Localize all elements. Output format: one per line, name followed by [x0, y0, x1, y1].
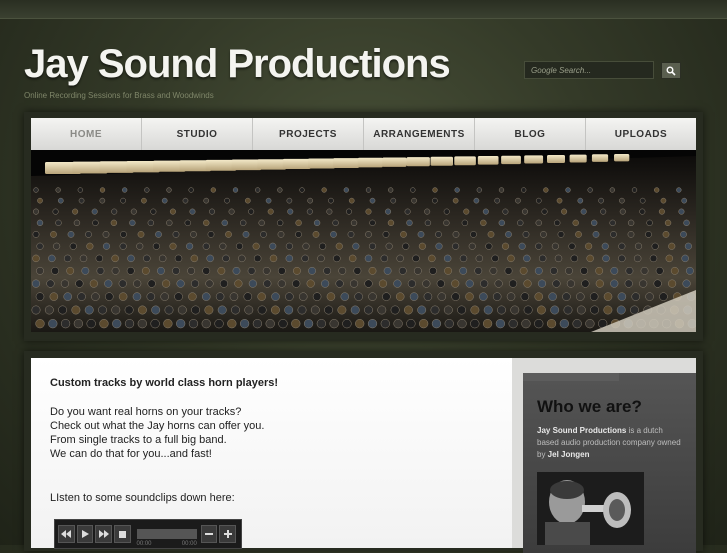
minus-icon [205, 533, 214, 535]
main-navigation: HOME STUDIO PROJECTS ARRANGEMENTS BLOG U… [31, 118, 696, 150]
nav-blog[interactable]: BLOG [475, 118, 586, 150]
nav-arrangements[interactable]: ARRANGEMENTS [364, 118, 475, 150]
plus-icon [223, 530, 232, 538]
top-bar [0, 0, 727, 19]
company-name: Jay Sound Productions [537, 426, 627, 435]
site-title[interactable]: Jay Sound Productions [24, 40, 451, 88]
about-text: Jay Sound Productions is a dutch based a… [537, 425, 685, 461]
forward-button[interactable] [95, 525, 112, 543]
trumpet-player-image [537, 472, 644, 545]
nav-uploads[interactable]: UPLOADS [586, 118, 696, 150]
content-line: Check out what the Jay horns can offer y… [50, 420, 265, 432]
volume-up-button[interactable] [219, 525, 237, 543]
search-input[interactable] [524, 61, 654, 79]
stop-button[interactable] [113, 525, 131, 543]
search-button[interactable] [661, 62, 681, 79]
play-icon [81, 530, 89, 538]
owner-photo [537, 472, 644, 545]
content-line: We can do that for you...and fast! [50, 448, 212, 460]
volume-down-button[interactable] [200, 525, 218, 543]
about-box-tab [523, 373, 619, 381]
mixing-console-banner [31, 150, 696, 332]
content-headline: Custom tracks by world class horn player… [50, 377, 279, 389]
time-start: 00:00 [136, 541, 152, 547]
nav-projects[interactable]: PROJECTS [253, 118, 364, 150]
forward-icon [98, 530, 109, 538]
site-tagline: Online Recording Sessions for Brass and … [24, 91, 214, 100]
play-button[interactable] [76, 525, 94, 543]
stop-icon [118, 530, 126, 538]
listen-text: LIsten to some soundclips down here: [50, 492, 235, 504]
progress-track[interactable]: 00:00 00:00 [136, 529, 197, 547]
rewind-button[interactable] [58, 525, 75, 543]
nav-studio[interactable]: STUDIO [142, 118, 253, 150]
nav-home[interactable]: HOME [31, 118, 142, 150]
search-icon [666, 66, 676, 76]
time-end: 00:00 [181, 541, 197, 547]
content-line: From single tracks to a full big band. [50, 434, 227, 446]
rewind-icon [61, 530, 72, 538]
main-content: Custom tracks by world class horn player… [31, 358, 512, 549]
content-body: Do you want real horns on your tracks? C… [50, 405, 264, 461]
about-heading: Who we are? [537, 397, 642, 416]
owner-name: Jel Jongen [547, 450, 590, 459]
mixing-console-image [31, 150, 696, 332]
content-line: Do you want real horns on your tracks? [50, 406, 242, 418]
